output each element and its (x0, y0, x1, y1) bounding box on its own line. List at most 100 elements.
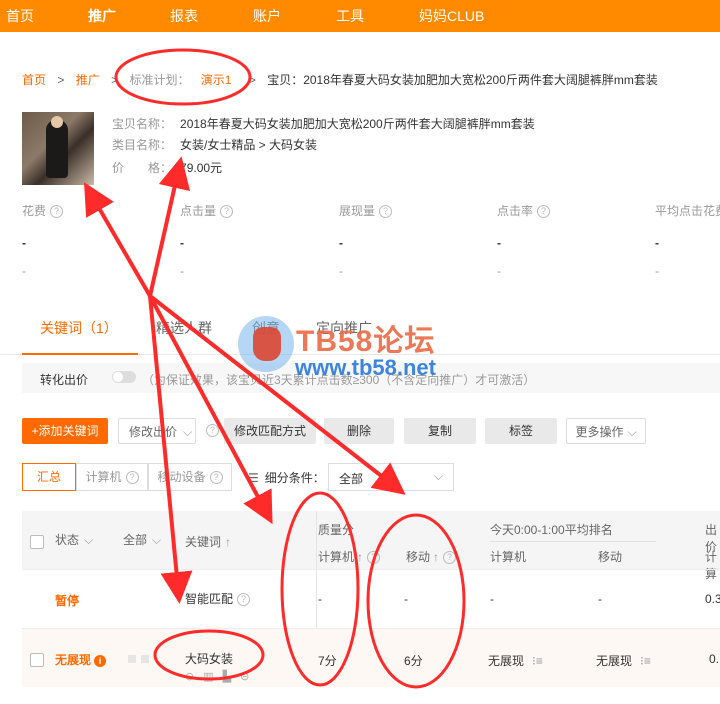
row-keyword-smart-match[interactable]: 智能匹配? (185, 590, 251, 607)
chart-icon[interactable]: ▙ (223, 671, 240, 683)
segment-mobile-label: 移动设备 (157, 470, 206, 484)
tab-audiences[interactable]: 精选人群 (156, 318, 212, 338)
breadcrumb-item: 宝贝：2018年春夏大码女装加肥加大宽松200斤两件套大阔腿裤胖mm套装 (267, 73, 658, 87)
sort-arrow-icon: ↑ (357, 550, 364, 564)
more-actions-label: 更多操作 (575, 425, 624, 439)
breadcrumb-home[interactable]: 首页 (22, 73, 46, 87)
nav-home[interactable]: 首页 (6, 0, 34, 32)
segment-mobile[interactable]: 移动设备? (148, 463, 232, 491)
chevron-down-icon: ⌵ (84, 533, 94, 547)
filter-select[interactable]: 全部 ⌵ (328, 463, 454, 491)
modify-match-button[interactable]: 修改匹配方式 (224, 418, 316, 444)
more-icon[interactable]: ⊝ (240, 671, 258, 683)
help-icon[interactable]: ? (125, 471, 139, 485)
breadcrumb-plan-name[interactable]: 演示1 (201, 73, 232, 87)
nav-promotion[interactable]: 推广 (88, 0, 116, 32)
breadcrumb-separator: > (111, 73, 119, 87)
product-category-label: 类目名称： (112, 138, 173, 152)
chevron-down-icon: ⌵ (433, 469, 443, 483)
watermark-url: www.tb58.net (295, 355, 436, 380)
row-rank-pc: 无展现 ⁝≡ (488, 654, 543, 668)
stat-impressions-label: 展现量? (339, 202, 393, 219)
product-price-label: 价 格： (112, 161, 173, 175)
target-icon[interactable]: ⊙ (185, 671, 203, 683)
add-keyword-button[interactable]: +添加关键词 (22, 418, 108, 444)
tag-button[interactable]: 标签 (485, 418, 557, 444)
conversion-bid-toggle[interactable] (112, 371, 136, 383)
header-rank-mobile: 移动 (598, 550, 623, 564)
breadcrumb-separator: > (57, 73, 65, 87)
nav-tools[interactable]: 工具 (336, 0, 364, 32)
info-icon[interactable]: i (94, 654, 107, 667)
stat-impressions-compare: - (339, 264, 343, 278)
row-rank-mobile: 无展现 ⁝≡ (596, 654, 651, 668)
stat-cpc-value: - (655, 236, 659, 250)
row-quality-mobile: - (404, 592, 408, 606)
nav-mama-club[interactable]: 妈妈CLUB (419, 0, 484, 32)
help-icon[interactable]: ? (367, 551, 381, 565)
filter-select-value: 全部 (339, 472, 364, 486)
header-status[interactable]: 状态 ⌵ (55, 531, 93, 548)
row-quality-pc: - (318, 592, 322, 606)
stat-cost-value: - (22, 236, 26, 250)
row-bid[interactable]: 0.3 (705, 592, 720, 606)
filter-label: 细分条件： (264, 471, 325, 485)
watermark-hand-icon (253, 327, 281, 361)
header-quality-score: 质量分 (318, 523, 355, 537)
product-name-label: 宝贝名称： (112, 117, 173, 131)
help-icon[interactable]: ? (209, 471, 223, 485)
segment-summary[interactable]: 汇总 (22, 463, 76, 491)
conversion-bid-label: 转化出价 (40, 373, 89, 387)
header-bid-pc: 计算 (705, 550, 718, 581)
annotation-arrow (83, 182, 152, 298)
rank-detail-icon[interactable]: ⁝≡ (640, 654, 651, 668)
row-action-icons: ⊙▥▙⊝ (185, 670, 258, 683)
help-icon[interactable]: ? (206, 424, 219, 437)
header-quality-pc[interactable]: 计算机 ↑? (318, 548, 381, 565)
nav-reports[interactable]: 报表 (170, 0, 198, 32)
more-actions-dropdown[interactable]: 更多操作 ⌵ (566, 418, 646, 444)
header-keyword[interactable]: 关键词 ↑ (185, 533, 231, 550)
tab-keywords[interactable]: 关键词（1） (40, 318, 118, 338)
sort-arrow-icon: ↑ (433, 550, 440, 564)
row-status-paused: 暂停 (55, 594, 80, 608)
header-quality-mobile[interactable]: 移动 ↑? (406, 548, 457, 565)
row-keyword[interactable]: 大码女装 (185, 650, 233, 667)
breadcrumb-plan-label: 标准计划： (129, 73, 190, 87)
trash-icon[interactable]: ▥ (203, 671, 222, 683)
thumbnail-figure (46, 120, 68, 178)
copy-button[interactable]: 复制 (404, 418, 476, 444)
header-all-filter[interactable]: 全部 ⌵ (123, 531, 161, 548)
breadcrumb-promotion[interactable]: 推广 (76, 73, 100, 87)
segment-computer-label: 计算机 (85, 470, 122, 484)
stat-impressions-value: - (339, 236, 343, 250)
modify-bid-dropdown[interactable]: 修改出价 ⌵ (118, 418, 196, 444)
row-checkbox[interactable] (30, 653, 44, 667)
segment-computer[interactable]: 计算机? (76, 463, 148, 491)
row-quality-mobile: 6分 (404, 654, 423, 668)
row-bid[interactable]: 0. (709, 652, 719, 666)
row-indicator (128, 655, 136, 663)
rank-detail-icon[interactable]: ⁝≡ (532, 654, 543, 668)
stat-clicks-compare: - (180, 264, 184, 278)
stat-ctr-compare: - (497, 264, 501, 278)
help-icon[interactable]: ? (379, 205, 393, 219)
nav-account[interactable]: 账户 (253, 0, 281, 32)
help-icon[interactable]: ? (443, 551, 457, 565)
product-thumbnail[interactable] (22, 112, 94, 185)
select-all-checkbox[interactable] (30, 535, 44, 549)
stat-ctr-label: 点击率? (497, 202, 551, 219)
help-icon[interactable]: ? (237, 593, 251, 607)
help-icon[interactable]: ? (537, 205, 551, 219)
help-icon[interactable]: ? (50, 205, 64, 219)
chevron-down-icon: ⌵ (152, 533, 162, 547)
row-rank-pc: - (490, 592, 494, 606)
stat-cpc-label: 平均点击花费 (655, 204, 720, 218)
header-rank: 今天0:00-1:00平均排名 (490, 523, 613, 537)
row-rank-mobile: - (598, 592, 602, 606)
help-icon[interactable]: ? (220, 205, 234, 219)
product-price: 79.00元 (180, 161, 223, 175)
chevron-down-icon: ⌵ (627, 425, 637, 439)
filter-row: ☰ 细分条件： (248, 469, 325, 486)
delete-button[interactable]: 删除 (324, 418, 394, 444)
